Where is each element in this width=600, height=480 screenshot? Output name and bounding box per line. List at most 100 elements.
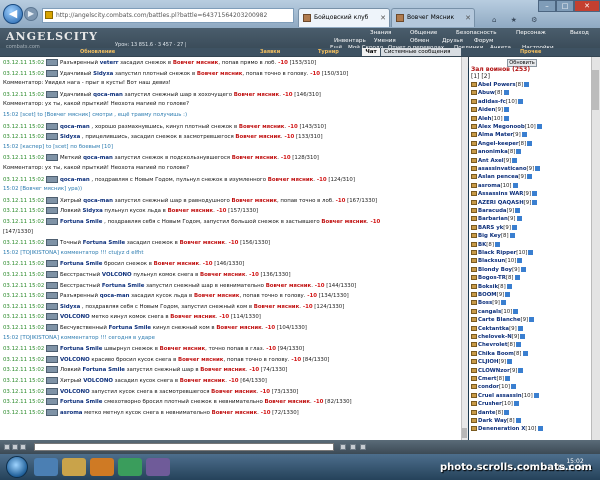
target-nick[interactable]: Вовчег мясник xyxy=(234,92,280,98)
target-nick[interactable]: Вовчег мясник xyxy=(180,240,226,246)
player-name[interactable]: chelovek-N xyxy=(478,334,512,340)
attacker-nick[interactable]: Fortuna Smile xyxy=(102,283,144,289)
attacker-nick[interactable]: VOLCONO xyxy=(60,389,90,395)
target-nick[interactable]: Вовчег мясник xyxy=(168,208,214,214)
target-nick[interactable]: Вовчег мясник xyxy=(160,346,206,352)
player-item[interactable]: anonimka[8] xyxy=(471,148,589,156)
private-message[interactable]: 15:02 [TOJIKISTONA] комментатор !!! ctuj… xyxy=(3,250,144,256)
player-item[interactable]: asroma[10] xyxy=(471,182,589,190)
chat-time[interactable]: 03.12.11 15:02 xyxy=(3,177,44,183)
forward-arrow-icon[interactable]: ▶ xyxy=(24,7,38,21)
smile-icon[interactable] xyxy=(4,444,10,450)
player-name[interactable]: Aiden xyxy=(478,107,495,113)
attacker-nick[interactable]: Fortuna Smile xyxy=(60,346,102,352)
player-name[interactable]: adidas-fc xyxy=(478,99,506,105)
player-info-icon[interactable] xyxy=(509,233,515,239)
target-nick[interactable]: Вовчег мясник xyxy=(265,399,311,405)
player-item[interactable]: Aslan pencea[9] xyxy=(471,173,589,181)
chat-time[interactable]: 03.12.11 15:02 xyxy=(3,60,44,66)
player-name[interactable]: Black Ripper xyxy=(478,250,516,256)
player-info-icon[interactable] xyxy=(512,182,518,188)
attacker-nick[interactable]: qoca-man xyxy=(60,177,90,183)
player-info-icon[interactable] xyxy=(517,258,523,264)
player-name[interactable]: Chika Boom xyxy=(478,351,514,357)
attacker-nick[interactable]: VOLCONO xyxy=(60,314,90,320)
player-item[interactable]: Blacksun[10] xyxy=(471,257,589,265)
player-item[interactable]: CLOWNzor[9] xyxy=(471,367,589,375)
player-name[interactable]: asroma xyxy=(478,183,500,189)
player-name[interactable]: dante xyxy=(478,410,496,416)
player-info-icon[interactable] xyxy=(517,98,523,104)
chat-time[interactable]: 03.12.11 15:02 xyxy=(3,240,44,246)
chat-time[interactable]: 03.12.11 15:02 xyxy=(3,198,44,204)
folder-icon[interactable] xyxy=(62,458,86,476)
attacker-nick[interactable]: Fortuna Smile xyxy=(60,261,102,267)
player-item[interactable]: BARS yk[9] xyxy=(471,224,589,232)
attacker-nick[interactable]: qoca-man xyxy=(93,92,123,98)
player-item[interactable]: Angel-keeper[8] xyxy=(471,140,589,148)
chat-time[interactable]: 03.12.11 15:02 xyxy=(3,367,44,373)
player-name[interactable]: Alma Mater xyxy=(478,132,513,138)
attacker-nick[interactable]: VOLCONO xyxy=(60,357,90,363)
player-info-icon[interactable] xyxy=(512,157,518,163)
player-name[interactable]: Abel Powers xyxy=(478,82,516,88)
player-item[interactable]: asassinvaticano[9] xyxy=(471,165,589,173)
target-nick[interactable]: Вовчег мясник xyxy=(212,410,258,416)
fighter-avatar-icon[interactable] xyxy=(45,324,58,331)
player-name[interactable]: Aleh xyxy=(478,116,492,122)
browser-tools-icons[interactable]: ⌂ ★ ⚙ xyxy=(492,16,543,24)
player-item[interactable]: AZERI QAQASH[9] xyxy=(471,199,589,207)
target-nick[interactable]: Вовчег мясник xyxy=(232,155,278,161)
attacker-nick[interactable]: veterr xyxy=(100,60,119,66)
attacker-nick[interactable]: qoca-man xyxy=(100,293,130,299)
address-bar[interactable]: http://angelscity.combats.com/battles.pl… xyxy=(42,8,294,23)
menu-forum[interactable]: Форум xyxy=(474,38,493,44)
chat-time[interactable]: 03.12.11 15:02 xyxy=(3,346,44,352)
player-info-icon[interactable] xyxy=(517,325,523,331)
fighter-avatar-icon[interactable] xyxy=(45,355,58,363)
player-name[interactable]: Angel-keeper xyxy=(478,141,519,147)
chat-time[interactable]: 03.12.11 15:02 xyxy=(3,124,44,130)
player-info-icon[interactable] xyxy=(533,392,539,398)
chat-time[interactable]: 03.12.11 15:02 xyxy=(3,399,44,405)
fighter-avatar-icon[interactable] xyxy=(45,345,58,353)
attacker-nick[interactable]: Sidyxa xyxy=(60,134,80,140)
menu-exchange[interactable]: Обмен xyxy=(410,38,429,44)
nav-other[interactable]: Прочее xyxy=(520,48,541,56)
player-info-icon[interactable] xyxy=(515,418,521,423)
player-item[interactable]: BK[8] xyxy=(471,241,589,249)
target-nick[interactable]: Вовчег мясник xyxy=(235,134,281,140)
player-name[interactable]: Cmert xyxy=(478,376,496,382)
chat-time[interactable]: 03.12.11 15:02 xyxy=(3,208,44,214)
menu-knowledge[interactable]: Знания xyxy=(370,30,391,36)
player-name[interactable]: Alex Megonoob xyxy=(478,124,525,130)
player-item[interactable]: Black Ripper[10] xyxy=(471,249,589,257)
internet-explorer-icon[interactable] xyxy=(34,458,58,476)
fighter-avatar-icon[interactable] xyxy=(45,218,58,225)
player-item[interactable]: Assassins WAR[9] xyxy=(471,190,589,198)
player-info-icon[interactable] xyxy=(505,376,511,381)
fighter-avatar-icon[interactable] xyxy=(45,69,58,77)
player-info-icon[interactable] xyxy=(537,426,543,432)
player-info-icon[interactable] xyxy=(532,199,538,205)
player-info-icon[interactable] xyxy=(522,350,528,356)
nav-tournament[interactable]: Турнир xyxy=(318,48,339,56)
target-nick[interactable]: Вовчег мясник xyxy=(178,357,224,363)
chat-time[interactable]: 03.12.11 15:02 xyxy=(3,378,44,384)
target-nick[interactable]: Вовчег мясник xyxy=(211,389,257,395)
player-info-icon[interactable] xyxy=(503,115,509,121)
player-item[interactable]: BOOM[9] xyxy=(471,291,589,299)
fighter-avatar-icon[interactable] xyxy=(45,292,58,300)
player-name[interactable]: Blondy Boy xyxy=(478,267,512,273)
player-item[interactable]: Alex Megonoob[10] xyxy=(471,123,589,131)
player-item[interactable]: Boss[9] xyxy=(471,299,589,307)
tab-chat[interactable]: Чат xyxy=(362,48,380,56)
player-item[interactable]: Aleh[10] xyxy=(471,115,589,123)
players-scrollbar-thumb[interactable] xyxy=(592,70,599,110)
player-name[interactable]: condor xyxy=(478,384,499,390)
player-name[interactable]: Boss xyxy=(478,300,492,306)
fighter-avatar-icon[interactable] xyxy=(45,122,58,130)
player-item[interactable]: Big Key[8] xyxy=(471,232,589,240)
chat-time[interactable]: 03.12.11 15:02 xyxy=(3,357,44,363)
attacker-nick[interactable]: VOLCONO xyxy=(83,378,113,384)
